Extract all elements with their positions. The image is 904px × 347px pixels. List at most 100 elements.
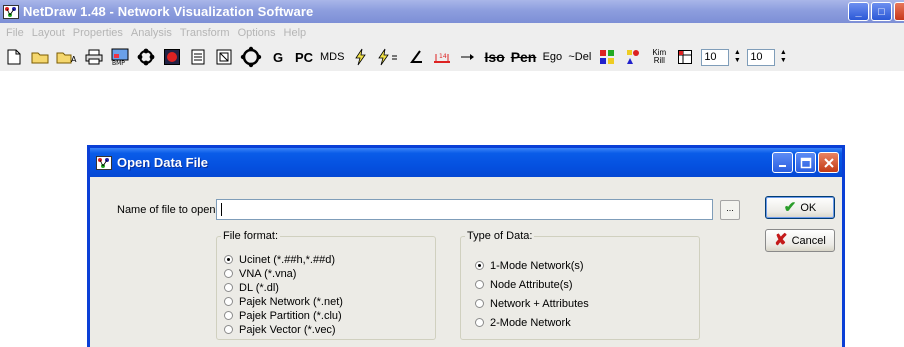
grid-view-button[interactable] — [214, 46, 234, 68]
type-option-label: Node Attribute(s) — [490, 278, 573, 291]
format-option-pajek-vector[interactable]: Pajek Vector (*.vec) — [224, 323, 343, 336]
checkmark-icon: ✔ — [783, 199, 797, 216]
dialog-minimize-button[interactable] — [772, 152, 793, 173]
open-folder-button[interactable] — [30, 46, 50, 68]
pendants-button[interactable]: Pen — [511, 46, 537, 68]
list-view-button[interactable] — [188, 46, 208, 68]
node-ring-icon — [137, 48, 155, 66]
close-button[interactable] — [894, 2, 904, 21]
spinner-1-value[interactable]: 10 — [701, 48, 730, 66]
radio-unselected[interactable] — [475, 299, 484, 308]
maximize-button[interactable]: □ — [871, 2, 892, 21]
lightning-icon — [355, 48, 367, 66]
lightning-equal-icon — [378, 48, 398, 66]
circle-layout-button[interactable] — [240, 46, 262, 68]
radio-unselected[interactable] — [224, 269, 233, 278]
type-option-label: 2-Mode Network — [490, 316, 571, 329]
size-spinner-1[interactable]: 10 ▲ ▼ — [701, 48, 743, 66]
rotate-button[interactable] — [406, 46, 426, 68]
radio-selected[interactable] — [224, 255, 233, 264]
color-palette-icon — [600, 50, 615, 64]
browse-button[interactable]: ... — [720, 200, 740, 220]
node-shapes-icon — [627, 50, 640, 64]
minimize-button[interactable]: _ — [848, 2, 869, 21]
data-type-group: Type of Data: 1-Mode Network(s) Node Att… — [460, 230, 700, 340]
new-file-button[interactable] — [4, 46, 24, 68]
ok-button[interactable]: ✔ OK — [765, 196, 835, 219]
cancel-x-icon: ✘ — [774, 231, 788, 249]
circle-nodes-button[interactable] — [136, 46, 156, 68]
radio-unselected[interactable] — [475, 280, 484, 289]
menu-analysis[interactable]: Analysis — [127, 27, 176, 39]
spinner-2-value[interactable]: 10 — [747, 48, 776, 66]
format-option-pajek-partition[interactable]: Pajek Partition (*.clu) — [224, 309, 343, 322]
radio-unselected[interactable] — [475, 318, 484, 327]
format-option-vna[interactable]: VNA (*.vna) — [224, 267, 343, 280]
ego-button[interactable]: Ego — [542, 46, 563, 68]
dialog-maximize-button[interactable] — [795, 152, 816, 173]
isolates-button[interactable]: Iso — [484, 46, 504, 68]
type-option-network-attributes[interactable]: Network + Attributes — [475, 297, 589, 310]
menu-transform[interactable]: Transform — [176, 27, 234, 39]
spring-embed-equal-button[interactable] — [376, 46, 400, 68]
menu-properties[interactable]: Properties — [69, 27, 127, 39]
cancel-button[interactable]: ✘ Cancel — [765, 229, 835, 252]
dialog-window-controls — [772, 152, 839, 173]
radio-unselected[interactable] — [224, 311, 233, 320]
menu-options[interactable]: Options — [234, 27, 280, 39]
radio-unselected[interactable] — [224, 283, 233, 292]
ties-button[interactable]: 14 — [432, 46, 452, 68]
data-type-options: 1-Mode Network(s) Node Attribute(s) Netw… — [475, 259, 589, 329]
node-color-button[interactable] — [162, 46, 182, 68]
color-palette-button[interactable] — [597, 46, 617, 68]
menu-bar: File Layout Properties Analysis Transfor… — [0, 23, 904, 43]
save-bmp-button[interactable]: BMP — [110, 46, 130, 68]
radio-unselected[interactable] — [224, 325, 233, 334]
menu-file[interactable]: File — [2, 27, 28, 39]
kim-rill-button[interactable]: Kim Rill — [649, 46, 669, 68]
format-option-dl[interactable]: DL (*.dl) — [224, 281, 343, 294]
maximize-icon: □ — [878, 5, 885, 18]
node-shape-button[interactable] — [623, 46, 643, 68]
menu-layout[interactable]: Layout — [28, 27, 69, 39]
arrow-direction-button[interactable] — [458, 46, 478, 68]
format-option-pajek-network[interactable]: Pajek Network (*.net) — [224, 295, 343, 308]
format-option-label: Pajek Partition (*.clu) — [239, 309, 342, 322]
spring-embed-button[interactable] — [350, 46, 370, 68]
circle-layout-icon — [240, 46, 262, 68]
dialog-titlebar[interactable]: Open Data File — [90, 148, 842, 177]
menu-help[interactable]: Help — [280, 27, 311, 39]
delete-button[interactable]: ~Del — [568, 46, 591, 68]
mds-button[interactable]: MDS — [320, 46, 344, 68]
toolbar: A BMP G PC MDS 14 Iso Pen Ego ~Del Kim R… — [0, 43, 904, 71]
radio-unselected[interactable] — [224, 297, 233, 306]
type-option-node-attributes[interactable]: Node Attribute(s) — [475, 278, 589, 291]
printer-icon — [85, 49, 103, 65]
spinner-2-up-icon[interactable]: ▲ — [777, 49, 789, 58]
spinner-2-down-icon[interactable]: ▼ — [777, 57, 789, 66]
text-caret — [221, 203, 222, 216]
graph-theoretic-layout-button[interactable]: G — [268, 46, 288, 68]
open-attributes-button[interactable]: A — [56, 46, 78, 68]
format-option-ucinet[interactable]: Ucinet (*.##h,*.##d) — [224, 253, 343, 266]
list-icon — [191, 49, 205, 65]
file-format-options: Ucinet (*.##h,*.##d) VNA (*.vna) DL (*.d… — [224, 253, 343, 336]
format-option-label: Ucinet (*.##h,*.##d) — [239, 253, 335, 266]
minimize-icon — [778, 164, 786, 167]
cancel-label: Cancel — [791, 234, 826, 247]
new-document-icon — [7, 49, 21, 65]
size-spinner-2[interactable]: 10 ▲ ▼ — [747, 48, 789, 66]
matrix-button[interactable] — [675, 46, 695, 68]
file-name-input[interactable] — [216, 199, 713, 220]
type-option-2-mode[interactable]: 2-Mode Network — [475, 316, 589, 329]
format-option-label: Pajek Network (*.net) — [239, 295, 343, 308]
spinner-1-up-icon[interactable]: ▲ — [731, 49, 743, 58]
radio-selected[interactable] — [475, 261, 484, 270]
svg-text:BMP: BMP — [112, 60, 125, 66]
print-button[interactable] — [84, 46, 104, 68]
dialog-close-button[interactable] — [818, 152, 839, 173]
type-option-1-mode[interactable]: 1-Mode Network(s) — [475, 259, 589, 272]
principal-components-button[interactable]: PC — [294, 46, 314, 68]
spinner-1-down-icon[interactable]: ▼ — [731, 57, 743, 66]
svg-text:14: 14 — [439, 53, 447, 60]
